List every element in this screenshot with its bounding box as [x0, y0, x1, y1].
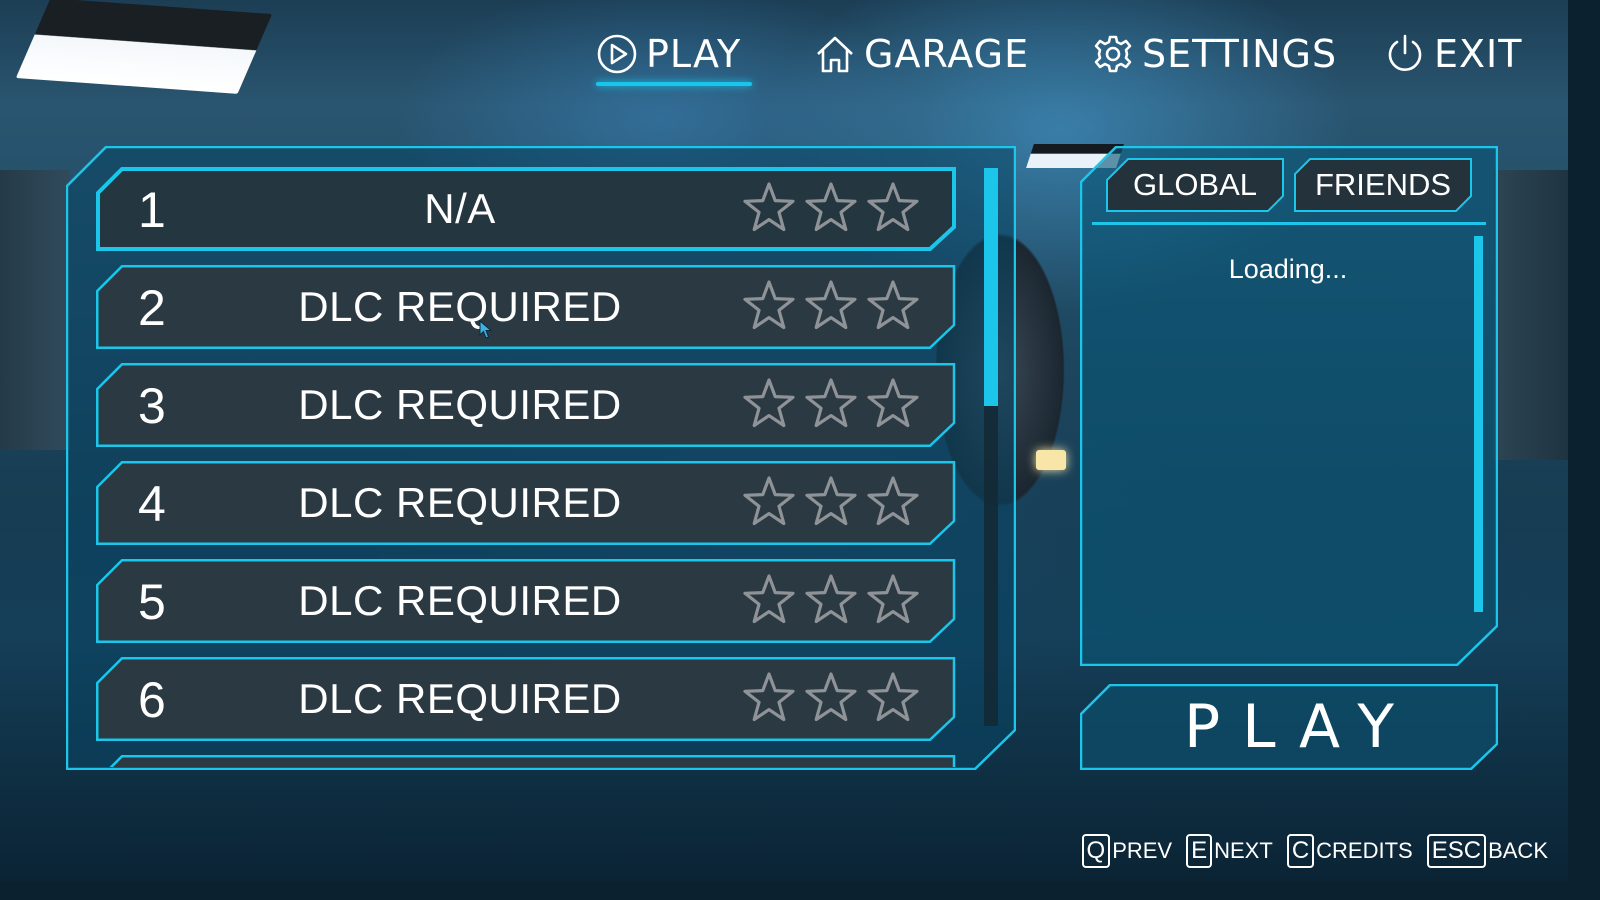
tab-friends-label: FRIENDS	[1314, 167, 1452, 202]
star-empty-icon	[743, 378, 795, 428]
nav-exit[interactable]: EXIT	[1384, 26, 1522, 82]
level-row[interactable]: 1 N/A	[96, 167, 956, 251]
mouse-cursor-icon	[479, 320, 493, 339]
nav-play-label: PLAY	[646, 32, 742, 76]
wall-panel-left	[0, 170, 70, 450]
level-number: 3	[138, 378, 166, 434]
star-empty-icon	[867, 672, 919, 722]
star-empty-icon	[743, 182, 795, 232]
level-number: 5	[138, 574, 166, 630]
level-row[interactable]: 2 DLC REQUIRED	[96, 265, 956, 349]
play-button[interactable]: PLAY	[1080, 684, 1498, 770]
nav-settings-label: SETTINGS	[1142, 32, 1338, 76]
ceiling-light	[15, 0, 273, 94]
level-row[interactable]: 6 DLC REQUIRED	[96, 657, 956, 741]
star-empty-icon	[743, 672, 795, 722]
level-row[interactable]: 3 DLC REQUIRED	[96, 363, 956, 447]
level-list-scroll-thumb[interactable]	[984, 168, 998, 406]
level-stars	[741, 376, 921, 432]
star-empty-icon	[867, 280, 919, 330]
hint-prev[interactable]: Q PREV	[1081, 834, 1173, 868]
star-empty-icon	[805, 672, 857, 722]
star-empty-icon	[867, 476, 919, 526]
level-number: 4	[138, 476, 166, 532]
tab-global[interactable]: GLOBAL	[1106, 158, 1284, 212]
vehicle-headlight	[1036, 450, 1066, 470]
level-name: DLC REQUIRED	[298, 381, 622, 428]
nav-garage-label: GARAGE	[864, 32, 1030, 76]
nav-garage[interactable]: GARAGE	[814, 26, 1029, 82]
star-empty-icon	[805, 378, 857, 428]
leaderboard-scrollbar[interactable]	[1474, 236, 1483, 612]
hint-credits[interactable]: C CREDITS	[1286, 834, 1413, 868]
key-esc: ESC	[1426, 834, 1487, 868]
key-q: Q	[1081, 834, 1111, 868]
level-stars	[741, 572, 921, 628]
hint-back[interactable]: ESC BACK	[1426, 834, 1548, 868]
level-list: 1 N/A 2 DLC REQUIRED 3 DLC REQUIRED 4 DLC REQUI…	[96, 167, 956, 767]
hint-prev-label: PREV	[1112, 838, 1173, 863]
star-empty-icon	[867, 574, 919, 624]
level-row[interactable]: 4 DLC REQUIRED	[96, 461, 956, 545]
star-empty-icon	[867, 182, 919, 232]
level-stars	[741, 670, 921, 726]
tab-global-label: GLOBAL	[1132, 167, 1258, 202]
key-hints: Q PREV E NEXT C CREDITS ESC BACK	[1081, 834, 1548, 868]
play-button-label: PLAY	[1183, 692, 1417, 762]
level-stars	[741, 474, 921, 530]
tab-friends[interactable]: FRIENDS	[1294, 158, 1472, 212]
key-e: E	[1186, 834, 1213, 868]
star-empty-icon	[867, 378, 919, 428]
leaderboard-divider	[1092, 222, 1486, 225]
hint-next[interactable]: E NEXT	[1186, 834, 1273, 868]
level-name: N/A	[424, 185, 496, 232]
star-empty-icon	[743, 574, 795, 624]
hint-credits-label: CREDITS	[1316, 838, 1413, 863]
leaderboard-status: Loading...	[1228, 254, 1348, 284]
level-stars	[741, 180, 921, 236]
star-empty-icon	[805, 280, 857, 330]
key-c: C	[1286, 834, 1315, 868]
level-row[interactable]: 5 DLC REQUIRED	[96, 559, 956, 643]
star-empty-icon	[743, 280, 795, 330]
level-name: DLC REQUIRED	[298, 283, 622, 330]
star-empty-icon	[743, 476, 795, 526]
level-number: 2	[138, 280, 166, 336]
nav-settings[interactable]: SETTINGS	[1092, 26, 1337, 82]
level-number: 1	[138, 182, 166, 238]
level-stars	[741, 278, 921, 334]
play-circle-icon	[597, 34, 637, 74]
level-row-partial	[96, 755, 956, 767]
level-number: 6	[138, 672, 166, 728]
hint-next-label: NEXT	[1214, 838, 1273, 863]
gear-icon	[1094, 35, 1132, 73]
nav-exit-label: EXIT	[1434, 32, 1523, 76]
star-empty-icon	[805, 182, 857, 232]
nav-play[interactable]: PLAY	[596, 26, 752, 86]
hint-back-label: BACK	[1488, 838, 1548, 863]
level-name: DLC REQUIRED	[298, 479, 622, 526]
power-icon	[1388, 34, 1422, 71]
wall-panel-right	[1493, 170, 1568, 460]
star-empty-icon	[805, 574, 857, 624]
star-empty-icon	[805, 476, 857, 526]
level-name: DLC REQUIRED	[298, 577, 622, 624]
home-icon	[817, 36, 853, 73]
level-name: DLC REQUIRED	[298, 675, 622, 722]
active-tab-indicator	[596, 82, 752, 86]
